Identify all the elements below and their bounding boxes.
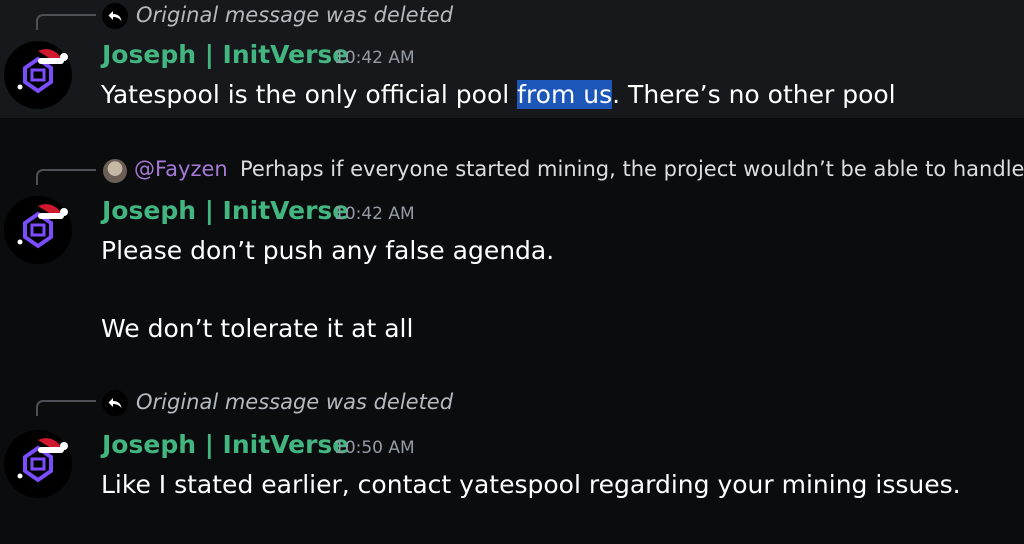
reply-preview-text[interactable]: Perhaps if everyone started mining, the … <box>240 157 1024 181</box>
chat-message-list: Original message was deleted Joseph | In… <box>0 0 1024 544</box>
fayzen-avatar-icon[interactable] <box>103 159 127 183</box>
message-timestamp[interactable]: 10:50 AM <box>334 438 415 458</box>
initverse-logo-santa-hat-icon <box>17 49 68 94</box>
reply-connector-line <box>36 169 96 185</box>
message-timestamp[interactable]: 10:42 AM <box>334 48 415 68</box>
message-item[interactable]: Original message was deleted Joseph | In… <box>0 384 1024 514</box>
reply-arrow-icon <box>102 390 128 416</box>
deleted-reply-text[interactable]: Original message was deleted <box>136 390 453 414</box>
author-name[interactable]: Joseph | InitVerse <box>102 40 349 69</box>
deleted-reply-text[interactable]: Original message was deleted <box>136 3 453 27</box>
message-item[interactable]: @Fayzen Perhaps if everyone started mini… <box>0 150 1024 350</box>
reply-mention[interactable]: @Fayzen <box>134 157 228 181</box>
message-timestamp[interactable]: 10:42 AM <box>334 204 415 224</box>
message-text: Like I stated earlier, contact yatespool… <box>101 470 961 499</box>
reply-connector-line <box>36 400 96 416</box>
message-text: We don’t tolerate it at all <box>101 314 414 343</box>
message-item[interactable]: Original message was deleted Joseph | In… <box>0 0 1024 118</box>
message-text: Yatespool is the only official pool <box>101 80 518 109</box>
author-avatar[interactable] <box>4 196 72 264</box>
initverse-logo-santa-hat-icon <box>17 204 68 249</box>
author-avatar[interactable] <box>4 430 72 498</box>
message-text: . There’s no other pool <box>612 80 896 109</box>
initverse-logo-santa-hat-icon <box>17 438 68 483</box>
reply-connector-line <box>36 14 96 30</box>
selected-text: from us <box>517 80 613 109</box>
reply-arrow-icon <box>102 3 128 29</box>
author-avatar[interactable] <box>4 41 72 109</box>
author-name[interactable]: Joseph | InitVerse <box>102 430 349 459</box>
message-content: Yatespool is the only official pool from… <box>101 80 896 109</box>
author-name[interactable]: Joseph | InitVerse <box>102 196 349 225</box>
message-text: Please don’t push any false agenda. <box>101 236 555 265</box>
